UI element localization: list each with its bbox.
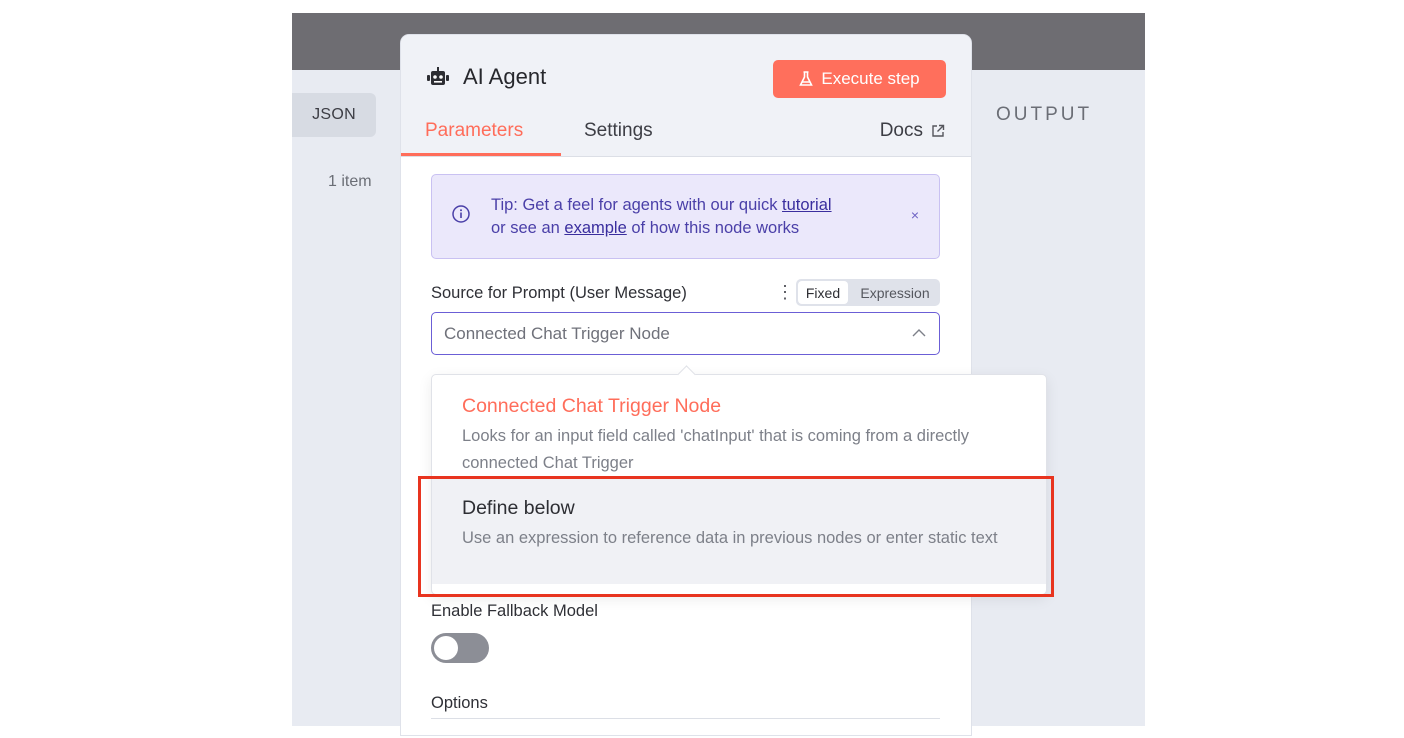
- info-icon: [452, 205, 470, 223]
- tip-callout: Tip: Get a feel for agents with our quic…: [431, 174, 940, 259]
- option-title: Connected Chat Trigger Node: [462, 395, 722, 417]
- docs-link[interactable]: Docs: [880, 120, 945, 142]
- options-divider: [431, 718, 940, 719]
- tab-settings[interactable]: Settings: [584, 120, 653, 142]
- fallback-model-label: Enable Fallback Model: [431, 602, 598, 620]
- source-prompt-select[interactable]: Connected Chat Trigger Node: [431, 312, 940, 355]
- source-prompt-value: Connected Chat Trigger Node: [444, 324, 670, 343]
- tab-parameters[interactable]: Parameters: [425, 120, 523, 142]
- flask-icon: [799, 71, 814, 86]
- json-view-button[interactable]: JSON: [292, 93, 376, 137]
- options-label: Options: [431, 694, 488, 712]
- example-link[interactable]: example: [564, 219, 626, 237]
- fixed-expression-toggle: Fixed Expression: [796, 279, 940, 306]
- external-link-icon: [932, 124, 945, 137]
- source-prompt-label: Source for Prompt (User Message): [431, 284, 687, 302]
- node-title: AI Agent: [463, 64, 547, 89]
- tutorial-link[interactable]: tutorial: [782, 196, 832, 214]
- highlight-box: [418, 476, 1054, 597]
- robot-icon: [427, 67, 449, 85]
- switch-knob: [434, 636, 458, 660]
- execute-step-button[interactable]: Execute step: [773, 60, 946, 98]
- output-panel-label: OUTPUT: [996, 104, 1093, 125]
- close-icon[interactable]: ×: [911, 207, 919, 223]
- toggle-fixed-option[interactable]: Fixed: [798, 281, 848, 304]
- kebab-icon[interactable]: ⋮: [776, 282, 794, 303]
- execute-step-label: Execute step: [821, 69, 920, 88]
- tip-text: Tip: Get a feel for agents with our quic…: [491, 196, 832, 237]
- panel-header: AI Agent Execute step Parameters Setting…: [401, 35, 971, 157]
- active-tab-indicator: [401, 153, 561, 156]
- docs-link-label: Docs: [879, 120, 923, 141]
- fallback-model-switch[interactable]: [431, 633, 489, 663]
- chevron-up-icon: [912, 329, 926, 337]
- option-description: Looks for an input field called 'chatInp…: [462, 427, 970, 472]
- toggle-expression-option[interactable]: Expression: [852, 281, 938, 304]
- input-items-count: 1 item: [328, 173, 372, 190]
- dropdown-option-connected-chat-trigger[interactable]: Connected Chat Trigger Node Looks for an…: [432, 375, 1046, 475]
